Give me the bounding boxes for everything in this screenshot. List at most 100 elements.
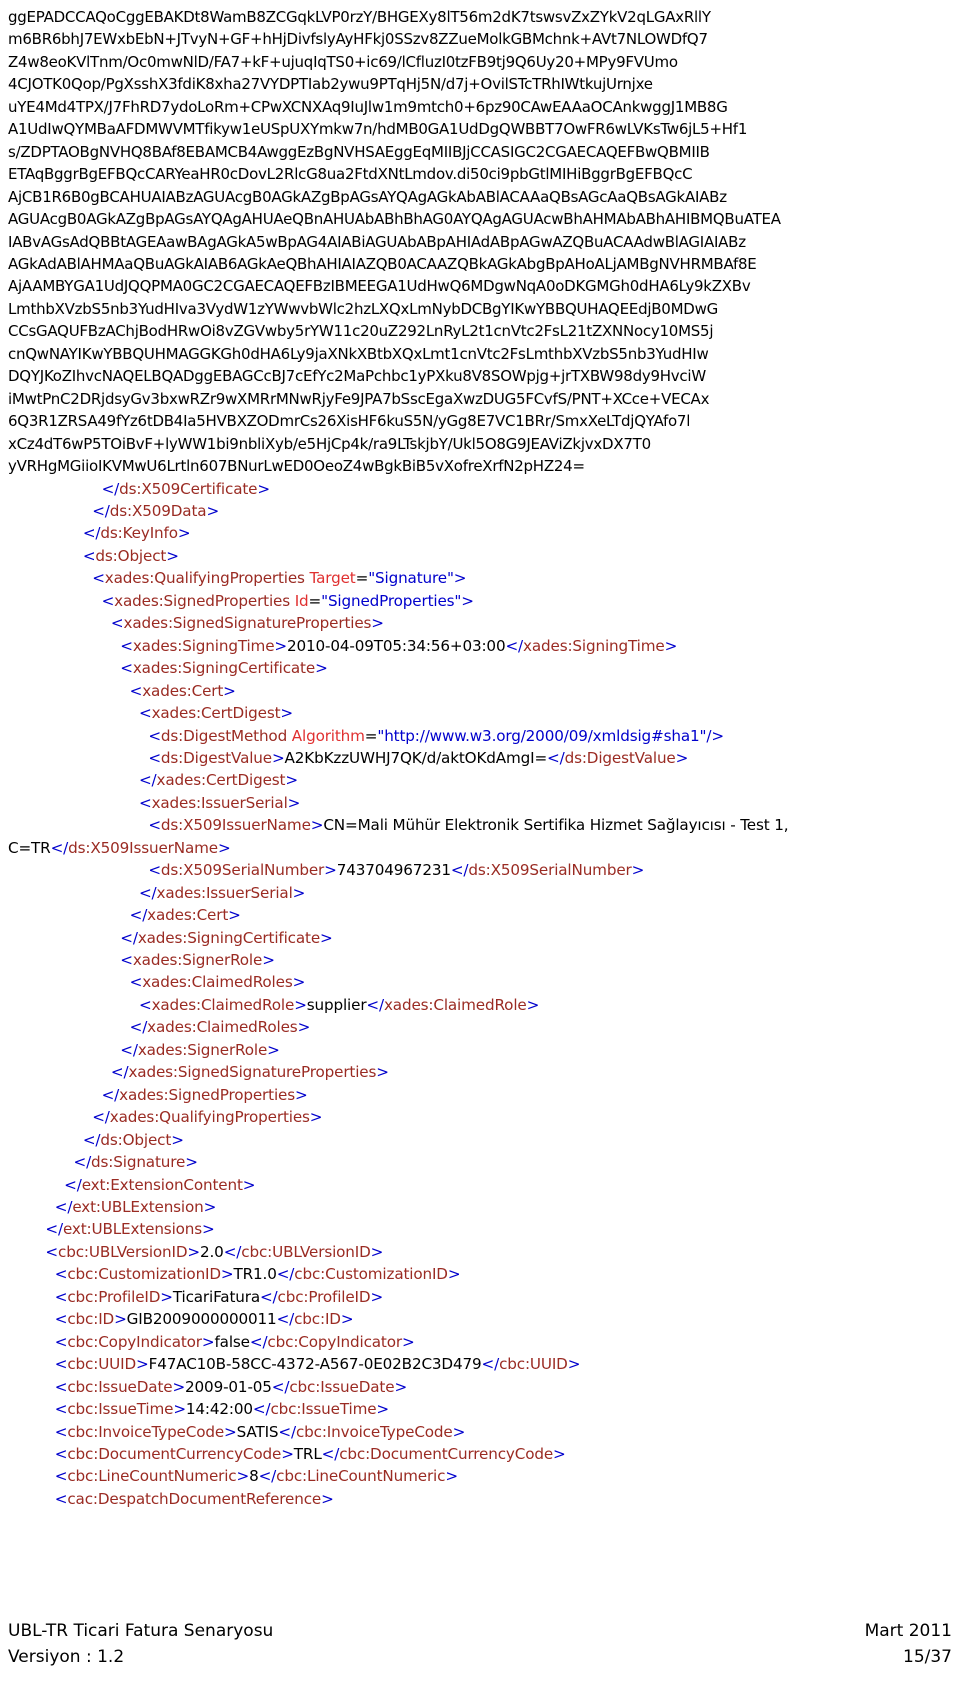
xml-token-br: >: [675, 748, 689, 767]
xml-token-br: <: [54, 1445, 68, 1463]
xml-token-br: >: [201, 1332, 215, 1351]
xml-line: </xades:QualifyingProperties>: [8, 1106, 956, 1128]
xml-token-tag: cbc:CustomizationID: [67, 1265, 221, 1284]
xml-token-br: </: [258, 1467, 277, 1486]
footer-document-title: UBL-TR Ticari Fatura Senaryosu: [8, 1621, 274, 1641]
xml-line: <cbc:CopyIndicator>false</cbc:CopyIndica…: [8, 1331, 956, 1353]
xml-token-br: <: [138, 793, 152, 812]
xml-token-tag: xades:SignerRole: [137, 1040, 268, 1059]
xml-token-br: </: [92, 1108, 110, 1127]
xml-token-br: >: [461, 591, 474, 610]
xml-markup-block: </ds:X509Certificate> </ds:X509Data> </d…: [8, 478, 956, 1511]
xml-line: </xades:Cert>: [8, 904, 956, 926]
xml-token-br: <: [92, 569, 105, 588]
xml-token-br: </: [366, 995, 384, 1014]
xml-token-tag: ds:Signature: [91, 1153, 186, 1172]
xml-token-br: >: [281, 1445, 294, 1463]
xml-token-br: >: [310, 816, 324, 835]
xml-line: <cbc:UBLVersionID>2.0</cbc:UBLVersionID>: [8, 1241, 956, 1263]
xml-token-br: >: [202, 1220, 215, 1239]
xml-line: <xades:SignedSignatureProperties>: [8, 612, 956, 634]
xml-line: <cbc:InvoiceTypeCode>SATIS</cbc:InvoiceT…: [8, 1421, 956, 1443]
xml-token-br: <: [54, 1265, 68, 1284]
xml-token-txt: false: [214, 1332, 250, 1351]
xml-token-tag: cbc:ProfileID: [67, 1287, 161, 1306]
xml-token-br: >: [242, 1175, 256, 1194]
xml-token-br: >: [401, 1332, 415, 1351]
xml-token-br: <: [129, 973, 143, 992]
xml-token-br: </: [276, 1265, 295, 1284]
xml-token-attr: Algorithm: [291, 726, 365, 745]
xml-token-tag: cbc:ID: [294, 1310, 341, 1329]
base64-line: AGkAdABlAHMAaQBuAGkAIAB6AGkAeQBhAHIAIAZQ…: [8, 254, 757, 273]
xml-token-br: >: [320, 928, 333, 947]
xml-token-br: <: [148, 726, 161, 745]
xml-token-br: </: [120, 1040, 138, 1059]
xml-token-br: </: [138, 883, 157, 902]
xml-token-br: </: [547, 748, 565, 767]
xml-line: </xades:IssuerSerial>: [8, 882, 956, 904]
xml-token-val: "http://www.w3.org/2000/09/xmldsig#sha1": [377, 726, 707, 745]
xml-line: </xades:SigningCertificate>: [8, 927, 956, 949]
xml-token-br: <: [54, 1377, 68, 1396]
xml-token-br: </: [82, 524, 101, 543]
xml-token-br: >: [223, 681, 236, 700]
xml-token-br: <: [120, 951, 133, 970]
xml-token-txt: 14:42:00: [185, 1400, 253, 1419]
xml-token-br: >: [376, 1400, 389, 1419]
xml-token-txt: TR1.0: [233, 1265, 277, 1284]
xml-line: </xades:SignerRole>: [8, 1039, 956, 1061]
base64-line: AGUAcgB0AGkAZgBpAGsAYQAgAHUAeQBnAHUAbABh…: [8, 210, 781, 229]
pdf-page: ggEPADCCAQoCggEBAKDt8WamB8ZCGqkLVP0rzY/B…: [0, 0, 960, 1690]
xml-token-br: </: [278, 1422, 296, 1441]
xml-token-br: </: [50, 838, 69, 857]
xml-line: <cbc:CustomizationID>TR1.0</cbc:Customiz…: [8, 1263, 956, 1285]
xml-line: <xades:SigningTime>2010-04-09T05:34:56+0…: [8, 635, 956, 657]
xml-line: <ds:X509IssuerName>CN=Mali Mühür Elektro…: [8, 814, 956, 859]
xml-token-br: </: [505, 636, 524, 655]
xml-token-br: </: [271, 1377, 290, 1396]
xml-token-br: </: [92, 501, 110, 520]
base64-line: DQYJKoZIhvcNAQELBQADggEBAGCcBJ7cEfYc2MaP…: [8, 367, 706, 386]
xml-token-br: </: [120, 928, 138, 947]
xml-token-tag: xades:SigningCertificate: [132, 659, 316, 678]
xml-token-br: >: [370, 1242, 384, 1261]
xml-token-eq: =: [355, 569, 369, 588]
xml-token-txt: 2.0: [199, 1242, 224, 1261]
xml-token-br: >: [228, 906, 241, 925]
base64-line: IABvAGsAdQBBtAGEAawBAgAGkA5wBpAG4AIABiAG…: [8, 232, 746, 251]
xml-token-br: >: [173, 1400, 186, 1419]
xml-token-tag: ds:X509Certificate: [119, 479, 258, 498]
xml-token-br: </: [481, 1355, 500, 1374]
xml-token-tag: xades:QualifyingProperties: [109, 1108, 310, 1127]
footer-version: Versiyon : 1.2: [8, 1647, 125, 1667]
xml-token-tag: xades:QualifyingProperties: [104, 569, 305, 588]
xml-token-txt: SATIS: [236, 1422, 279, 1441]
xml-token-tag: xades:ClaimedRole: [383, 995, 527, 1014]
xml-line: <xades:QualifyingProperties Target="Sign…: [8, 567, 956, 589]
xml-token-br: </: [138, 771, 157, 790]
xml-token-br: >: [274, 636, 287, 655]
xml-token-tag: ds:X509IssuerName: [160, 816, 311, 835]
base64-line: CCsGAQUFBzAChjBodHRwOi8vZGVwby5rYW11c20u…: [8, 322, 714, 341]
xml-token-br: >: [664, 636, 678, 655]
xml-token-br: <: [54, 1332, 68, 1351]
xml-token-br: >: [370, 1287, 384, 1306]
xml-token-tag: cbc:DocumentCurrencyCode: [339, 1445, 554, 1463]
xml-token-br: </: [259, 1287, 278, 1306]
xml-token-br: >: [203, 1198, 217, 1217]
xml-token-tag: cbc:IssueDate: [289, 1377, 395, 1396]
